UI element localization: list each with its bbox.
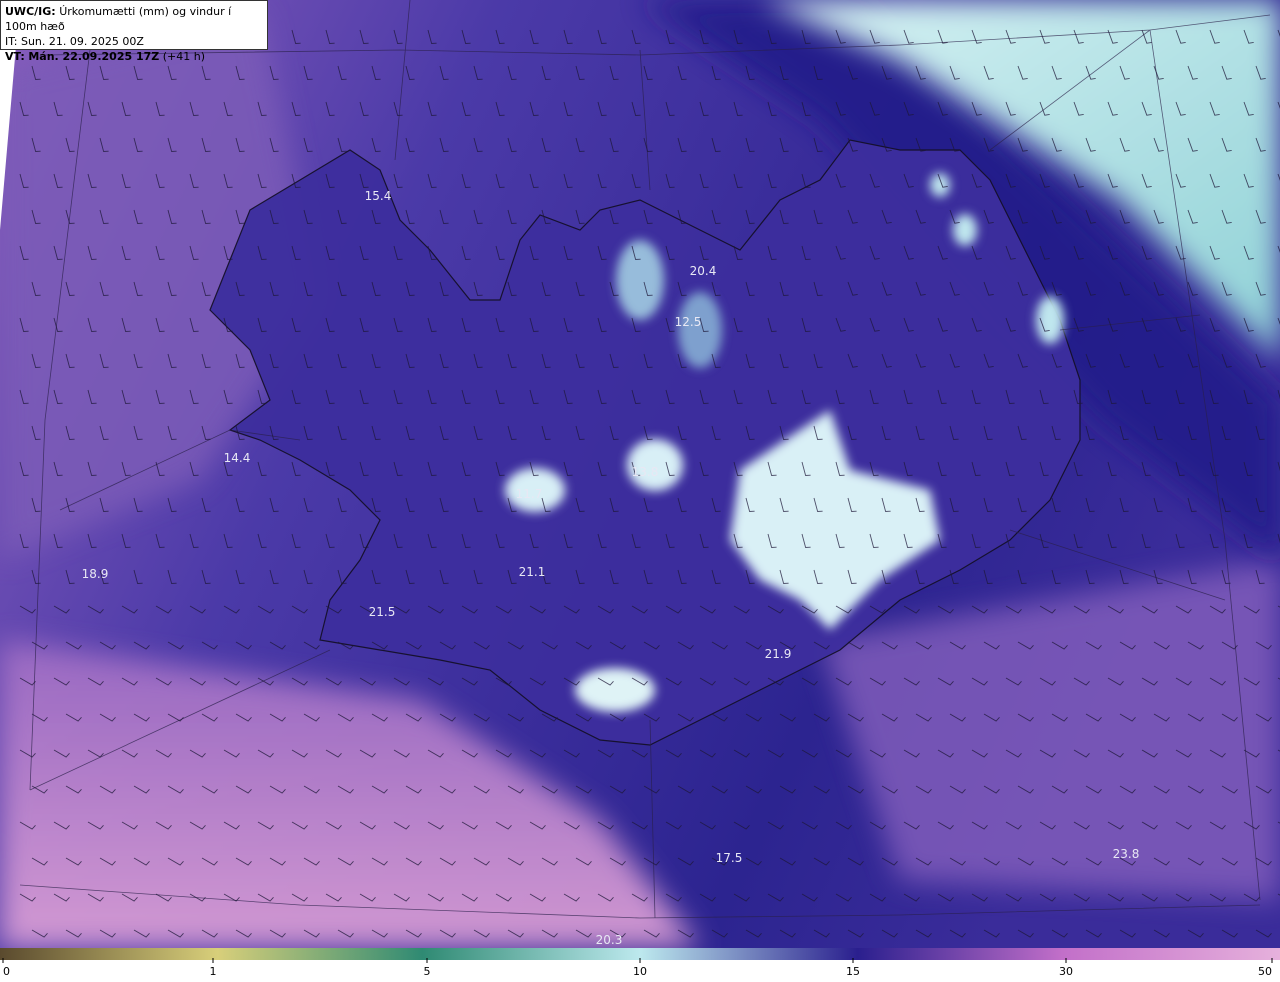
map-area[interactable]: 15.4 20.4 12.5 14.4 11.7 13.8 18.9 21.1 21.5 21.9… — [0, 0, 1280, 948]
value-label: 21.5 — [369, 605, 396, 619]
valid-label: VT: — [5, 50, 25, 63]
colorbar-tick-label: 1 — [210, 965, 217, 978]
value-label: 17.5 — [716, 851, 743, 865]
colorbar-tick-label: 30 — [1059, 965, 1073, 978]
value-label: 11.7 — [516, 487, 543, 501]
precipitable-water-map: 15.4 20.4 12.5 14.4 11.7 13.8 18.9 21.1 21.5 21.9… — [0, 0, 1280, 948]
init-label: IT: — [5, 35, 18, 48]
init-time: Sun. 21. 09. 2025 00Z — [20, 35, 144, 48]
value-label: 23.8 — [1113, 847, 1140, 861]
value-label: 20.3 — [596, 933, 623, 947]
value-label: 20.4 — [690, 264, 717, 278]
lead-time: (+41 h) — [162, 50, 206, 63]
colorbar-tick-label: 15 — [846, 965, 860, 978]
model-name: UWC/IG: — [5, 5, 56, 18]
value-label: 18.9 — [82, 567, 109, 581]
colorbar-tick-label: 50 — [1258, 965, 1272, 978]
colorbar-svg: 0 1 5 10 15 30 50 — [0, 948, 1280, 978]
colorbar-tick-label: 5 — [424, 965, 431, 978]
valid-time: Mán. 22.09.2025 17Z — [28, 50, 160, 63]
colorbar-tick-label: 0 — [3, 965, 10, 978]
value-label: 15.4 — [365, 189, 392, 203]
value-label: 13.8 — [632, 465, 659, 479]
value-label: 12.5 — [675, 315, 702, 329]
value-label: 21.9 — [765, 647, 792, 661]
colorbar: 0 1 5 10 15 30 50 — [0, 948, 1280, 978]
value-label: 21.1 — [519, 565, 546, 579]
value-label: 14.4 — [224, 451, 251, 465]
colorbar-tick-label: 10 — [633, 965, 647, 978]
map-title-box: UWC/IG: Úrkomumætti (mm) og vindur í 100… — [0, 0, 268, 63]
